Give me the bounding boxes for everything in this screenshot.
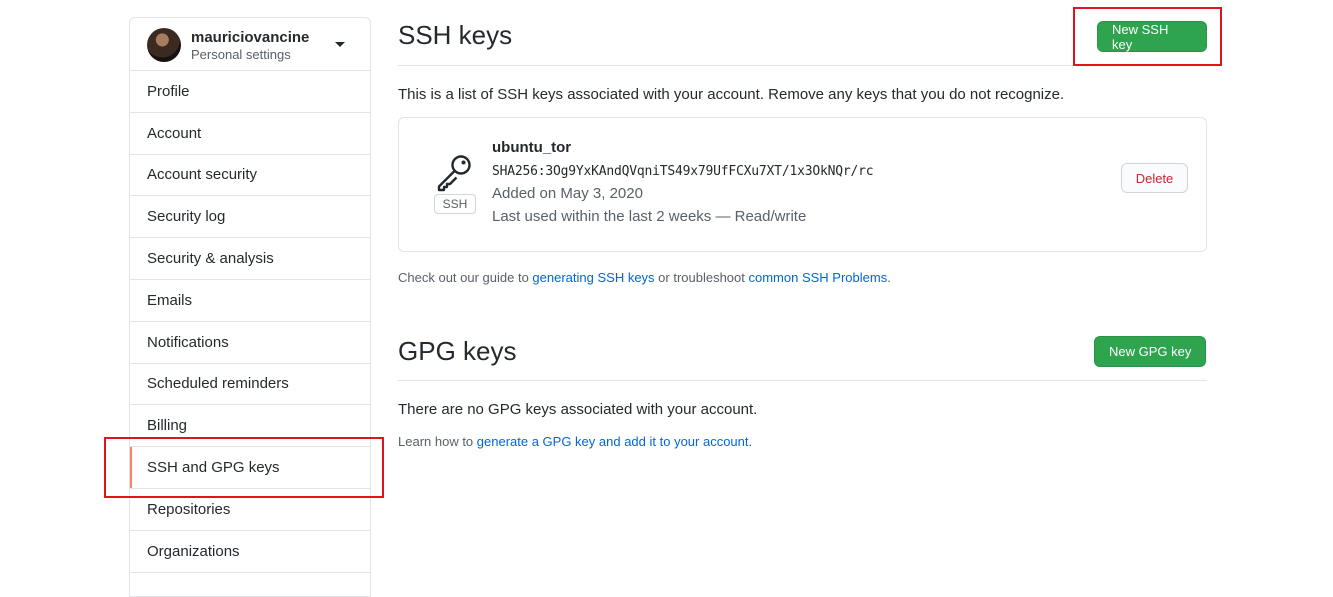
- delete-key-button[interactable]: Delete: [1121, 163, 1188, 193]
- sidebar-item-ssh-gpg-keys[interactable]: SSH and GPG keys: [130, 447, 370, 489]
- ssh-divider: [398, 65, 1207, 66]
- ssh-keys-heading: SSH keys: [398, 20, 513, 50]
- ssh-key-card: SSH ubuntu_tor SHA256:3Og9YxKAndQVqniTS4…: [398, 117, 1207, 252]
- sidebar-item-security-log[interactable]: Security log: [130, 196, 370, 239]
- ssh-guide-prefix: Check out our guide to: [398, 270, 533, 285]
- sidebar-item-profile[interactable]: Profile: [130, 71, 370, 113]
- gpg-empty-text: There are no GPG keys associated with yo…: [398, 401, 758, 418]
- gpg-learn-suffix: .: [748, 434, 753, 449]
- gpg-learn-text: Learn how to generate a GPG key and add …: [398, 434, 752, 449]
- gpg-keys-heading: GPG keys: [398, 336, 517, 366]
- settings-sidebar: mauriciovancine Personal settings Profil…: [129, 17, 371, 597]
- account-switcher[interactable]: mauriciovancine Personal settings: [130, 18, 370, 71]
- gpg-learn-prefix: Learn how to: [398, 434, 477, 449]
- sidebar-item-repositories[interactable]: Repositories: [130, 489, 370, 531]
- key-name: ubuntu_tor: [492, 139, 572, 156]
- ssh-type-label: SSH: [434, 194, 476, 214]
- personal-settings-label: Personal settings: [191, 47, 291, 62]
- key-fingerprint: SHA256:3Og9YxKAndQVqniTS49x79UfFCXu7XT/1…: [492, 164, 874, 179]
- sidebar-item-organizations[interactable]: Organizations: [130, 531, 370, 573]
- username: mauriciovancine: [191, 29, 310, 46]
- common-ssh-problems-link[interactable]: common SSH Problems: [749, 270, 888, 285]
- ssh-guide-middle: or troubleshoot: [654, 270, 749, 285]
- ssh-description: This is a list of SSH keys associated wi…: [398, 86, 1065, 103]
- ssh-guide-text: Check out our guide to generating SSH ke…: [398, 270, 891, 285]
- new-ssh-key-button[interactable]: New SSH key: [1097, 21, 1207, 52]
- generating-ssh-keys-link[interactable]: generating SSH keys: [532, 270, 654, 285]
- new-gpg-key-button[interactable]: New GPG key: [1094, 336, 1207, 367]
- key-last-used: Last used within the last 2 weeks — Read…: [492, 208, 807, 225]
- sidebar-item-emails[interactable]: Emails: [130, 280, 370, 322]
- key-added-date: Added on May 3, 2020: [492, 185, 643, 202]
- sidebar-item-account-security[interactable]: Account security: [130, 155, 370, 197]
- generate-gpg-key-link[interactable]: generate a GPG key and add it to your ac…: [477, 434, 749, 449]
- sidebar-item-account[interactable]: Account: [130, 113, 370, 155]
- sidebar-item-notifications[interactable]: Notifications: [130, 322, 370, 364]
- caret-down-icon[interactable]: [335, 42, 345, 47]
- ssh-guide-suffix: .: [887, 270, 891, 285]
- key-icon: [437, 155, 471, 192]
- sidebar-item-scheduled-reminders[interactable]: Scheduled reminders: [130, 364, 370, 406]
- sidebar-item-billing[interactable]: Billing: [130, 405, 370, 448]
- avatar: [147, 28, 181, 62]
- gpg-divider: [398, 380, 1207, 381]
- sidebar-item-security-analysis[interactable]: Security & analysis: [130, 238, 370, 280]
